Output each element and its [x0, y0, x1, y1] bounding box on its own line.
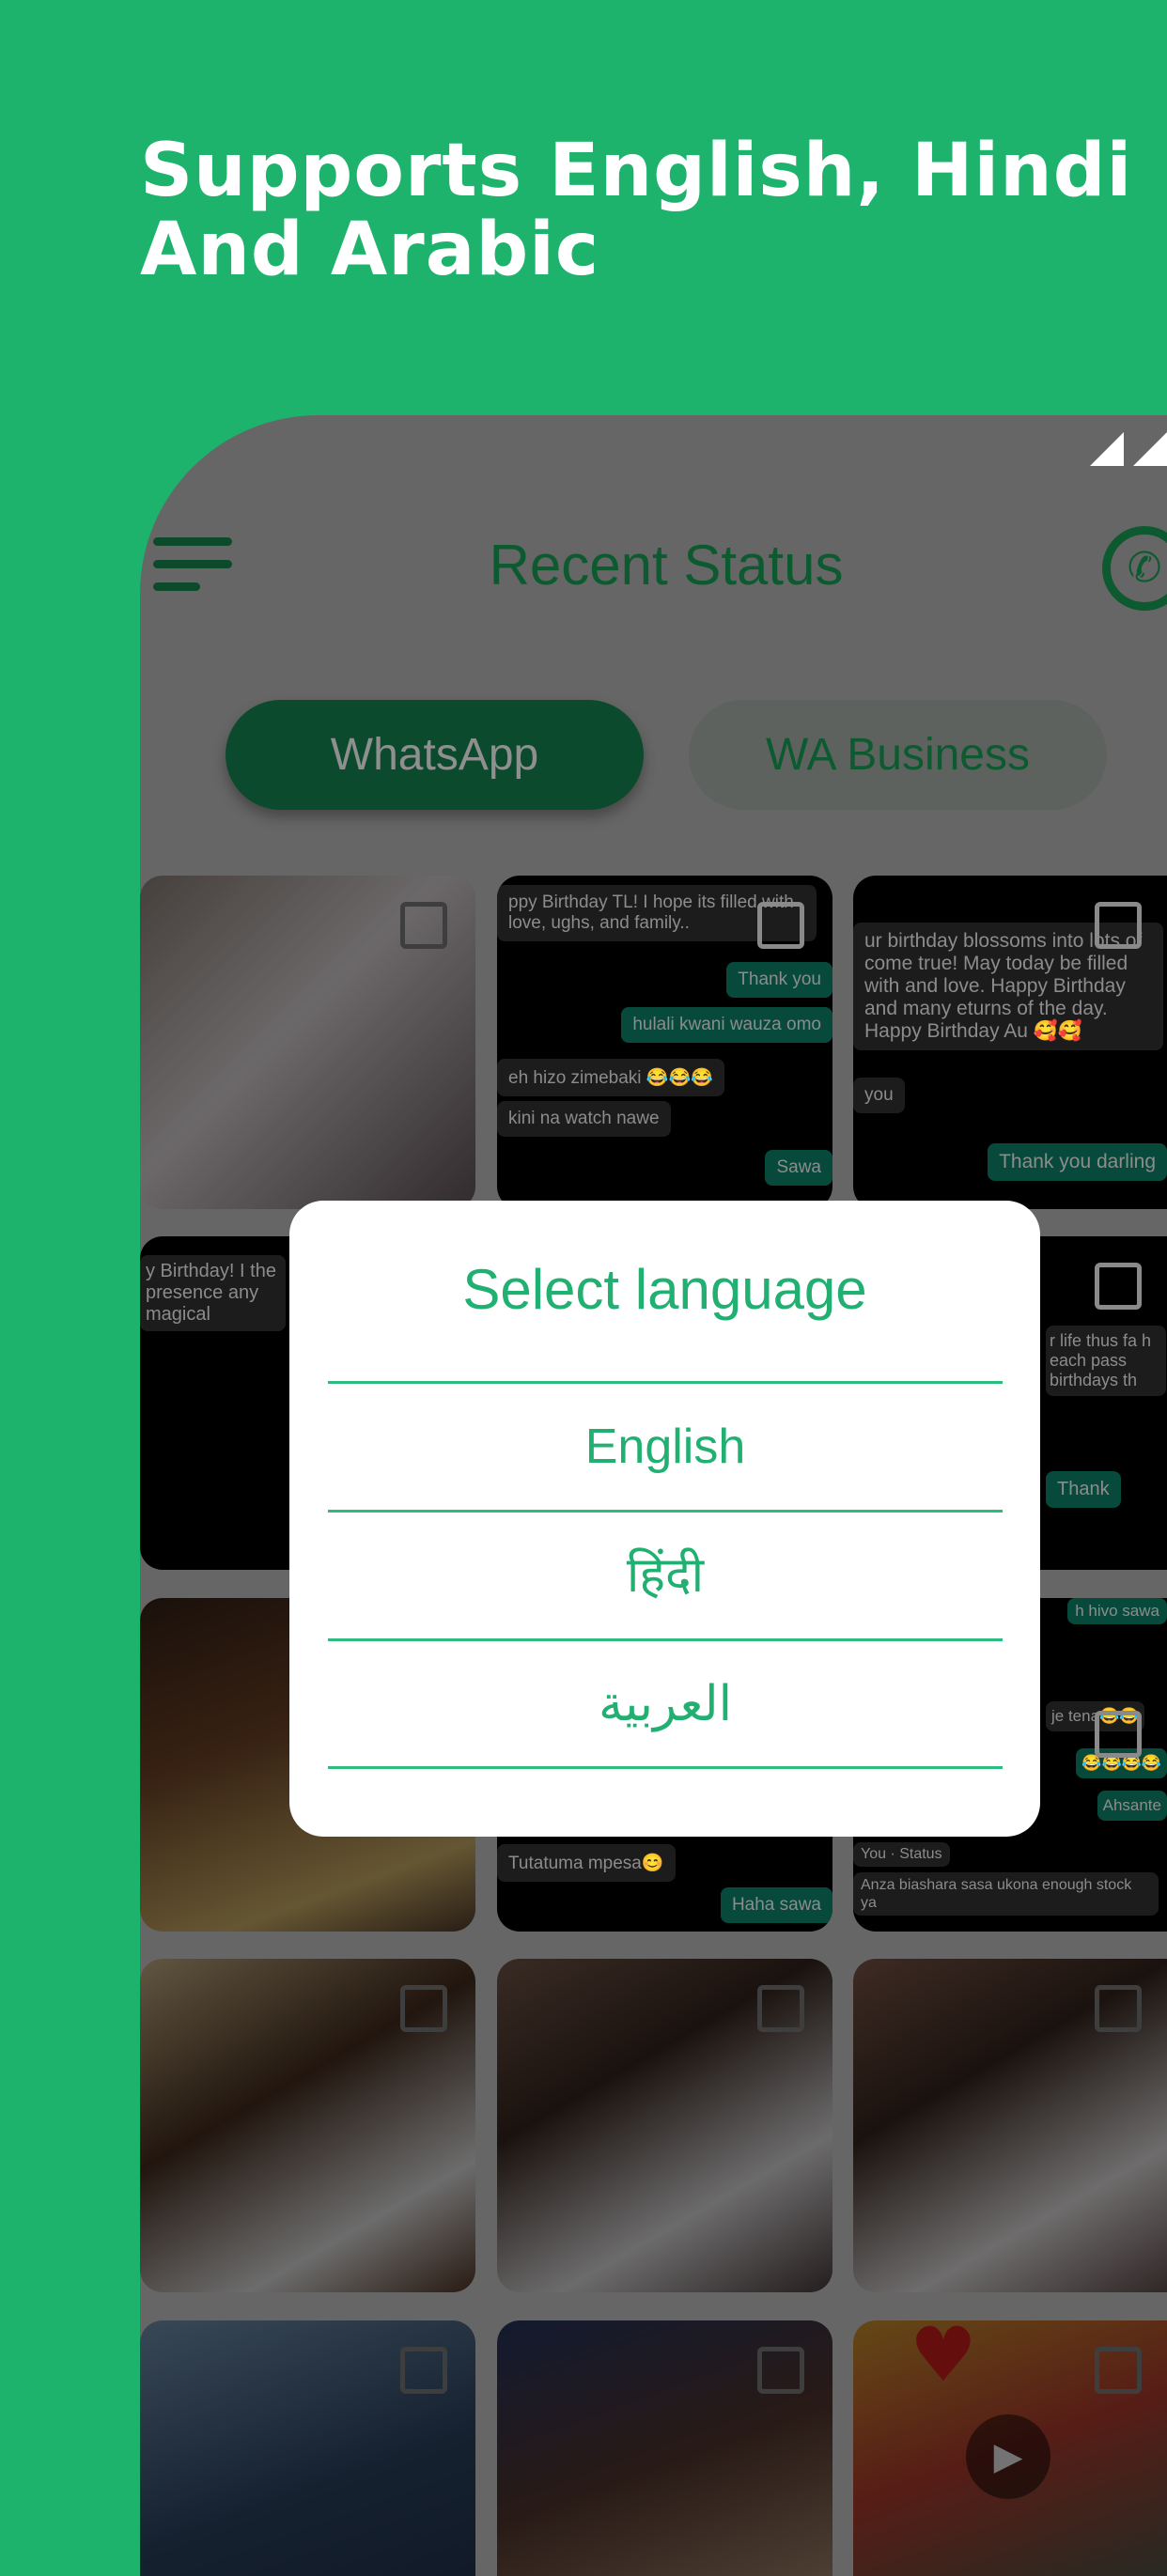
status-tile[interactable] — [853, 1959, 1167, 2292]
language-dialog: Select language English हिंदी العربية — [289, 1201, 1040, 1837]
status-tile[interactable] — [497, 1959, 832, 2292]
wifi-icon — [1133, 432, 1167, 466]
checkbox[interactable] — [757, 1985, 804, 2032]
status-tile[interactable]: ♥ ▶ — [853, 2320, 1167, 2576]
option-english[interactable]: English — [328, 1381, 1003, 1510]
status-tile[interactable]: ur birthday blossoms into lots of come t… — [853, 876, 1167, 1209]
signal-icon — [1090, 432, 1124, 466]
chat-bubble: you — [853, 1078, 905, 1113]
status-tile[interactable]: ppy Birthday TL! I hope its filled with … — [497, 876, 832, 1209]
chat-bubble: h hivo sawa — [1067, 1598, 1167, 1624]
chat-bubble: Haha sawa — [720, 1887, 832, 1923]
chat-bubble: Ahsante — [1097, 1791, 1167, 1821]
dialog-title: Select language — [462, 1258, 867, 1321]
tab-whatsapp[interactable]: WhatsApp — [226, 700, 644, 810]
promo-line-1: Supports English, Hindi — [140, 129, 1133, 213]
option-arabic[interactable]: العربية — [328, 1638, 1003, 1767]
chat-bubble: Thank — [1046, 1471, 1121, 1508]
page-title: Recent Status — [489, 534, 844, 597]
checkbox[interactable] — [757, 902, 804, 949]
chat-bubble: eh hizo zimebaki 😂😂😂 — [497, 1059, 724, 1096]
chat-bubble: kini na watch nawe — [497, 1101, 671, 1137]
checkbox[interactable] — [1095, 1711, 1142, 1758]
divider — [328, 1766, 1003, 1769]
chat-bubble: Sawa — [765, 1150, 832, 1186]
chat-bubble: Thank you — [726, 962, 832, 998]
status-tile[interactable] — [140, 876, 475, 1209]
checkbox[interactable] — [1095, 1263, 1142, 1310]
tab-wa-business[interactable]: WA Business — [689, 700, 1107, 810]
status-bar — [1090, 432, 1167, 466]
checkbox[interactable] — [400, 902, 447, 949]
chat-bubble: y Birthday! I the presence any magical — [140, 1255, 286, 1331]
promo-line-2: And Arabic — [140, 208, 600, 292]
chat-bubble: Thank you darling — [988, 1143, 1167, 1181]
promo-heading: Supports English, Hindi And Arabic — [140, 132, 1132, 289]
checkbox[interactable] — [400, 1985, 447, 2032]
checkbox[interactable] — [1095, 902, 1142, 949]
checkbox[interactable] — [400, 2347, 447, 2394]
checkbox[interactable] — [1095, 1985, 1142, 2032]
play-icon[interactable]: ▶ — [966, 2414, 1050, 2499]
heart-icon: ♥ — [910, 2320, 977, 2398]
checkbox[interactable] — [1095, 2347, 1142, 2394]
chat-bubble: r life thus fa h each pass birthdays th — [1046, 1326, 1166, 1396]
status-tile[interactable] — [497, 2320, 832, 2576]
option-hindi[interactable]: हिंदी — [328, 1510, 1003, 1638]
status-tile[interactable] — [140, 1959, 475, 2292]
checkbox[interactable] — [757, 2347, 804, 2394]
chat-bubble: Anza biashara sasa ukona enough stock ya — [853, 1872, 1159, 1916]
chat-bubble: Tutatuma mpesa😊 — [497, 1844, 676, 1882]
chat-bubble: hulali kwani wauza omo — [621, 1007, 832, 1043]
chat-bubble: You · Status — [853, 1842, 950, 1867]
status-tile[interactable] — [140, 2320, 475, 2576]
